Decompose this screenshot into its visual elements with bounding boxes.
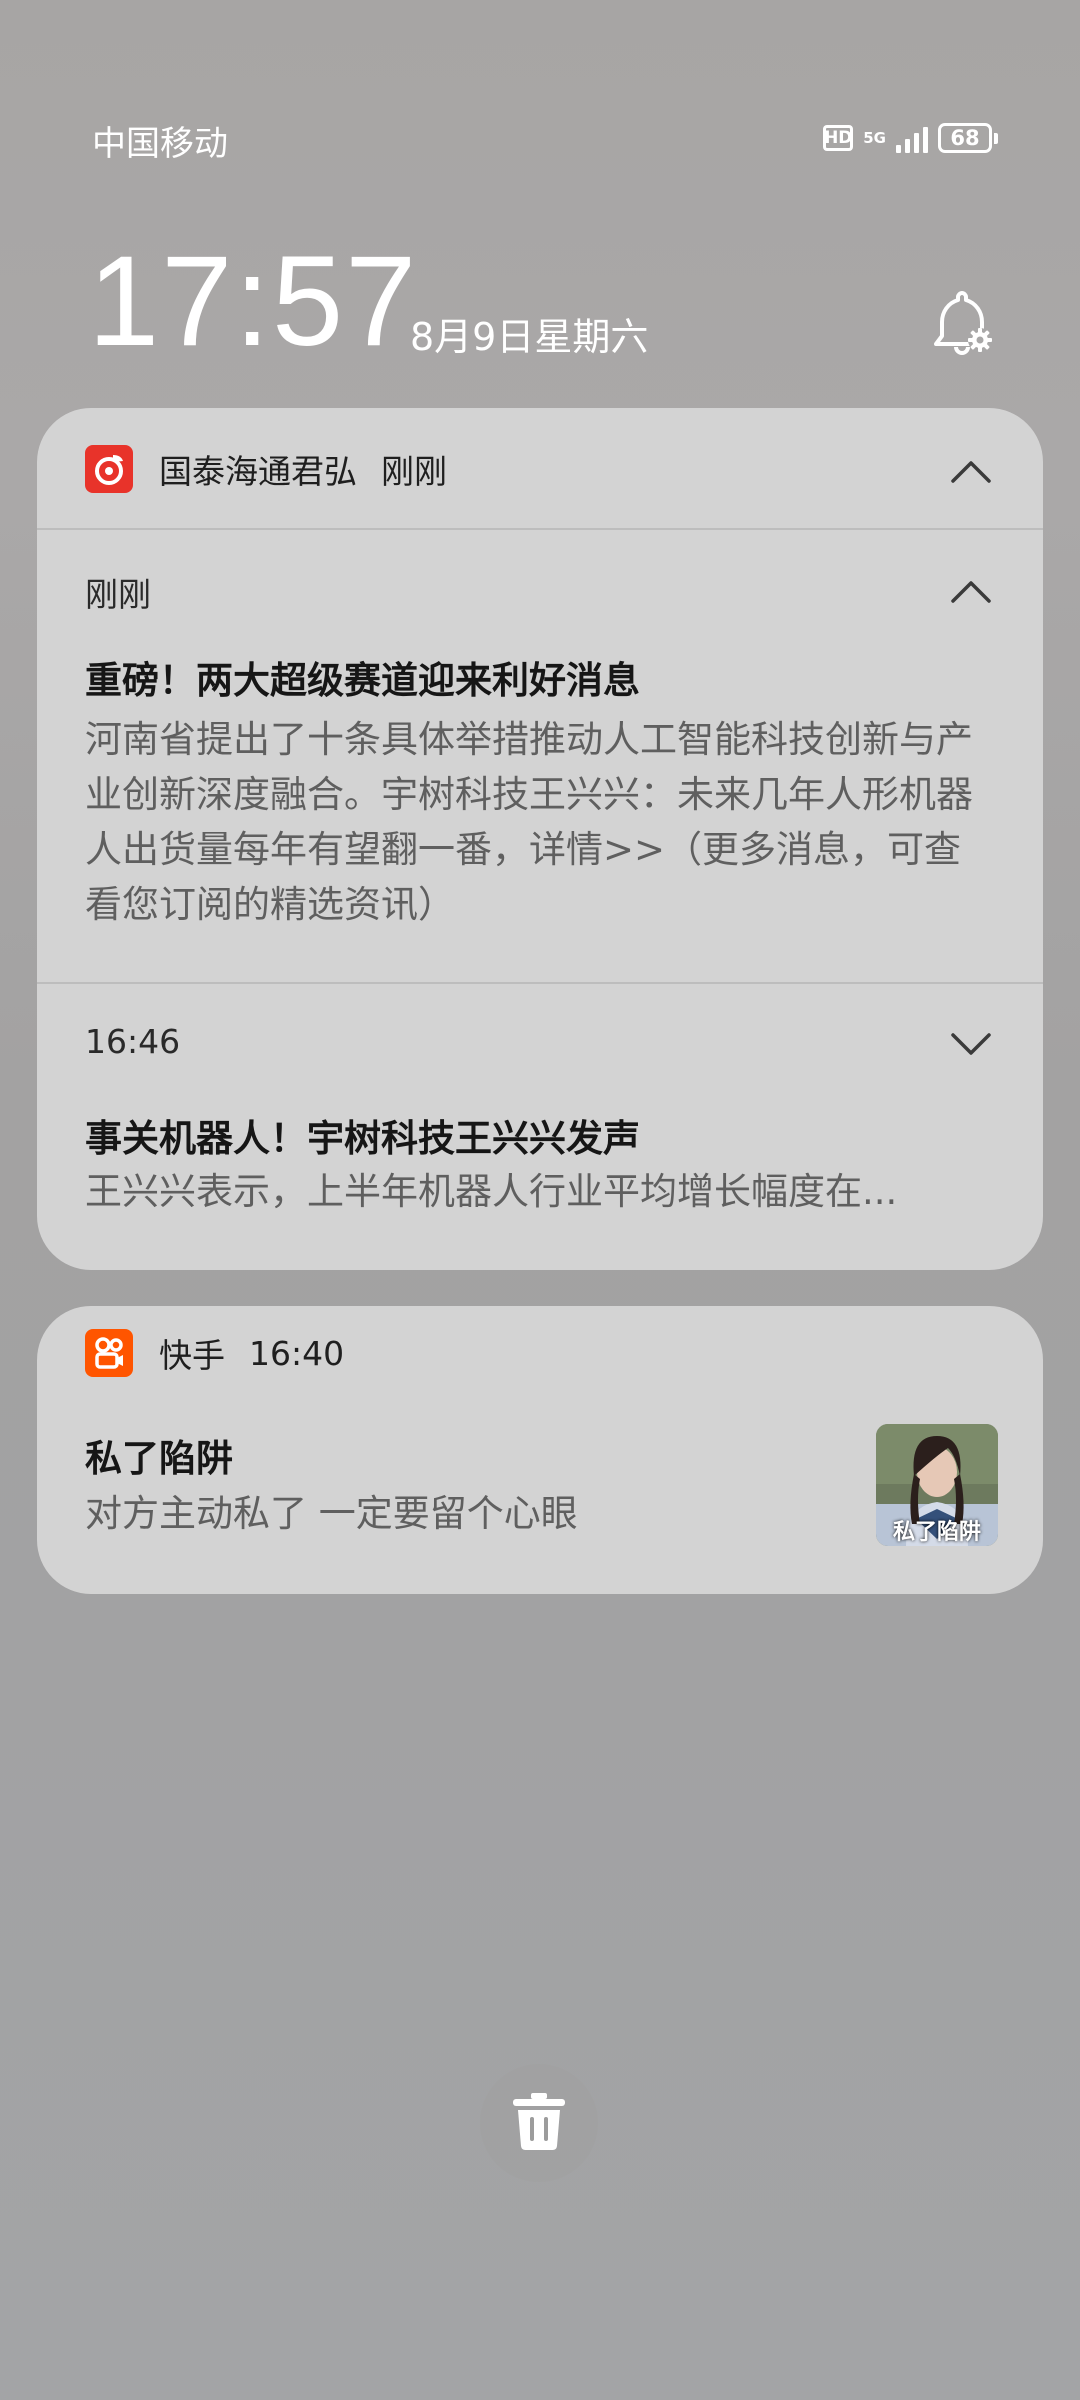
collapse-chevron-up-icon[interactable]: [949, 570, 993, 614]
group-time: 刚刚: [85, 575, 151, 614]
status-icons: HD 5G 68: [823, 114, 998, 162]
notification-header: 快手 16:40: [85, 1328, 344, 1378]
notification-card-kuaishou[interactable]: 快手 16:40 私了陷阱 对方主动私了 一定要留个心眼 私了陷阱: [37, 1306, 1043, 1594]
signal-icon: [896, 123, 928, 153]
battery-level: 68: [950, 126, 980, 150]
notification-body: 王兴兴表示，上半年机器人行业平均增长幅度在...: [85, 1170, 898, 1213]
guotai-haitong-app-icon: [85, 445, 133, 493]
status-bar: 中国移动 HD 5G 68: [0, 110, 1080, 166]
group-time: 16:46: [85, 1022, 181, 1061]
notification-title: 事关机器人！宇树科技王兴兴发声: [85, 1117, 640, 1160]
app-time: 16:40: [249, 1333, 345, 1373]
notification-header: 国泰海通君弘 刚刚: [85, 444, 447, 494]
notification-title: 重磅！两大超级赛道迎来利好消息: [85, 659, 640, 702]
notification-thumbnail: 私了陷阱: [876, 1424, 998, 1546]
battery-icon: 68: [938, 123, 998, 153]
app-name: 国泰海通君弘: [159, 452, 357, 491]
notification-body: 对方主动私了 一定要留个心眼: [85, 1492, 578, 1535]
collapse-chevron-up-icon[interactable]: [949, 450, 993, 494]
thumbnail-caption: 私了陷阱: [892, 1520, 981, 1545]
notification-card-guotai[interactable]: 国泰海通君弘 刚刚 刚刚 重磅！两大超级赛道迎来利好消息 河南省提出了十条具体举…: [37, 408, 1043, 1270]
lockscreen-date: 8月9日星期六: [410, 315, 649, 359]
divider: [37, 982, 1043, 984]
carrier-name: 中国移动: [92, 124, 228, 164]
lockscreen-clock: 17:57: [88, 230, 419, 373]
notification-settings-icon[interactable]: [922, 285, 1002, 365]
notification-body: 河南省提出了十条具体举措推动人工智能科技创新与产业创新深度融合。宇树科技王兴兴：…: [85, 718, 973, 926]
app-name: 快手: [159, 1336, 225, 1375]
expand-chevron-down-icon[interactable]: [949, 1022, 993, 1066]
hd-icon: HD: [823, 125, 854, 151]
notification-title: 私了陷阱: [85, 1437, 233, 1480]
5g-icon: 5G: [863, 128, 886, 147]
network-label: 5G: [863, 128, 886, 147]
clear-notifications-button[interactable]: [480, 2064, 598, 2182]
divider: [37, 528, 1043, 530]
app-time: 刚刚: [381, 452, 447, 491]
trash-icon: [511, 2091, 567, 2155]
kuaishou-app-icon: [85, 1329, 133, 1377]
